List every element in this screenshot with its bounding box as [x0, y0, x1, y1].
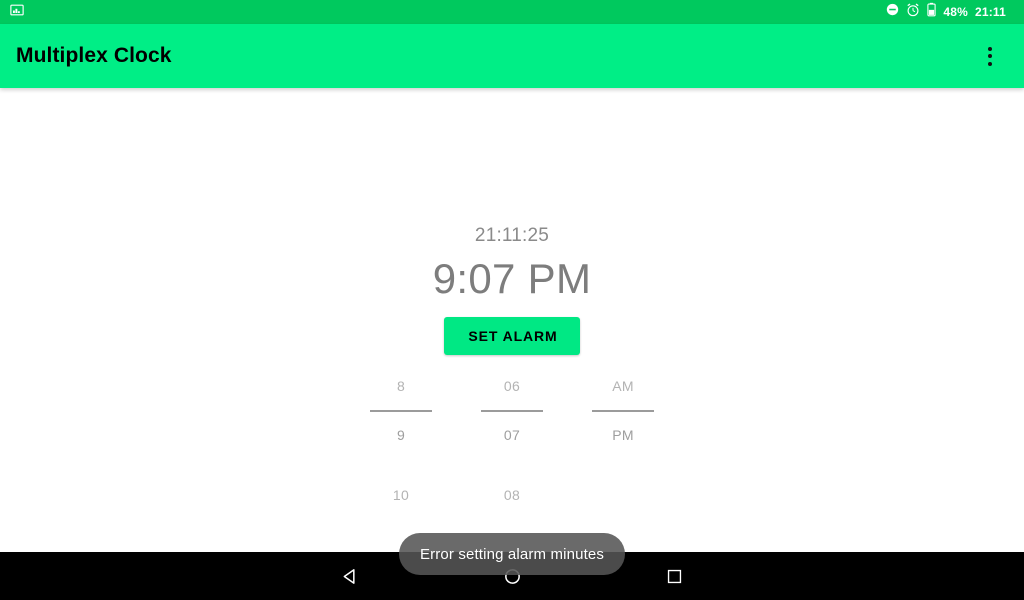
system-time-label: 21:11:25 — [474, 225, 550, 246]
status-bar-clock: 21:11 — [974, 5, 1006, 19]
more-vert-dot — [988, 46, 992, 51]
main-content: 21:11:25 9:07 PM SET ALARM 8 9 10 06 07 … — [0, 88, 1024, 575]
status-bar-right-icons: 48% 21:11 — [886, 0, 1016, 24]
meridiem-value-above[interactable]: AM — [577, 371, 669, 401]
app-bar: Multiplex Clock — [0, 24, 1024, 88]
hour-picker-column[interactable]: 8 9 10 — [355, 371, 447, 521]
hour-value-below[interactable]: 10 — [355, 480, 447, 510]
picker-divider — [592, 410, 654, 412]
more-vert-dot — [988, 61, 992, 66]
hour-value-above[interactable]: 8 — [355, 371, 447, 401]
hour-value-selected[interactable]: 9 — [355, 420, 447, 450]
toast-notification: Error setting alarm minutes — [399, 533, 625, 575]
minute-value-below[interactable]: 08 — [466, 480, 558, 510]
more-vert-icon[interactable] — [972, 32, 1008, 80]
toast-message: Error setting alarm minutes — [419, 545, 605, 563]
minute-value-above[interactable]: 06 — [466, 371, 558, 401]
screenshot-image-icon — [10, 3, 24, 22]
battery-icon — [927, 2, 936, 22]
time-picker[interactable]: 8 9 10 06 07 08 AM PM — [355, 371, 669, 521]
battery-percentage: 48% — [943, 5, 968, 19]
status-bar-left-icons — [10, 3, 24, 22]
alarm-clock-icon — [906, 3, 920, 22]
clock-block: 21:11:25 9:07 PM SET ALARM — [0, 88, 1024, 355]
set-alarm-button[interactable]: SET ALARM — [444, 317, 580, 355]
status-bar: 48% 21:11 — [0, 0, 1024, 24]
do-not-disturb-icon — [886, 3, 899, 21]
more-vert-dot — [988, 54, 992, 58]
minute-value-selected[interactable]: 07 — [466, 420, 558, 450]
picker-divider — [370, 410, 432, 412]
minute-picker-column[interactable]: 06 07 08 — [466, 371, 558, 521]
meridiem-value-selected[interactable]: PM — [577, 420, 669, 450]
alarm-time-display: 9:07 PM — [432, 255, 592, 302]
device-screen: 48% 21:11 Multiplex Clock 21:11:25 9:07 … — [0, 0, 1024, 600]
meridiem-picker-column[interactable]: AM PM — [577, 371, 669, 521]
picker-divider — [481, 410, 543, 412]
app-title: Multiplex Clock — [16, 44, 172, 67]
meridiem-value-below[interactable] — [577, 480, 669, 510]
